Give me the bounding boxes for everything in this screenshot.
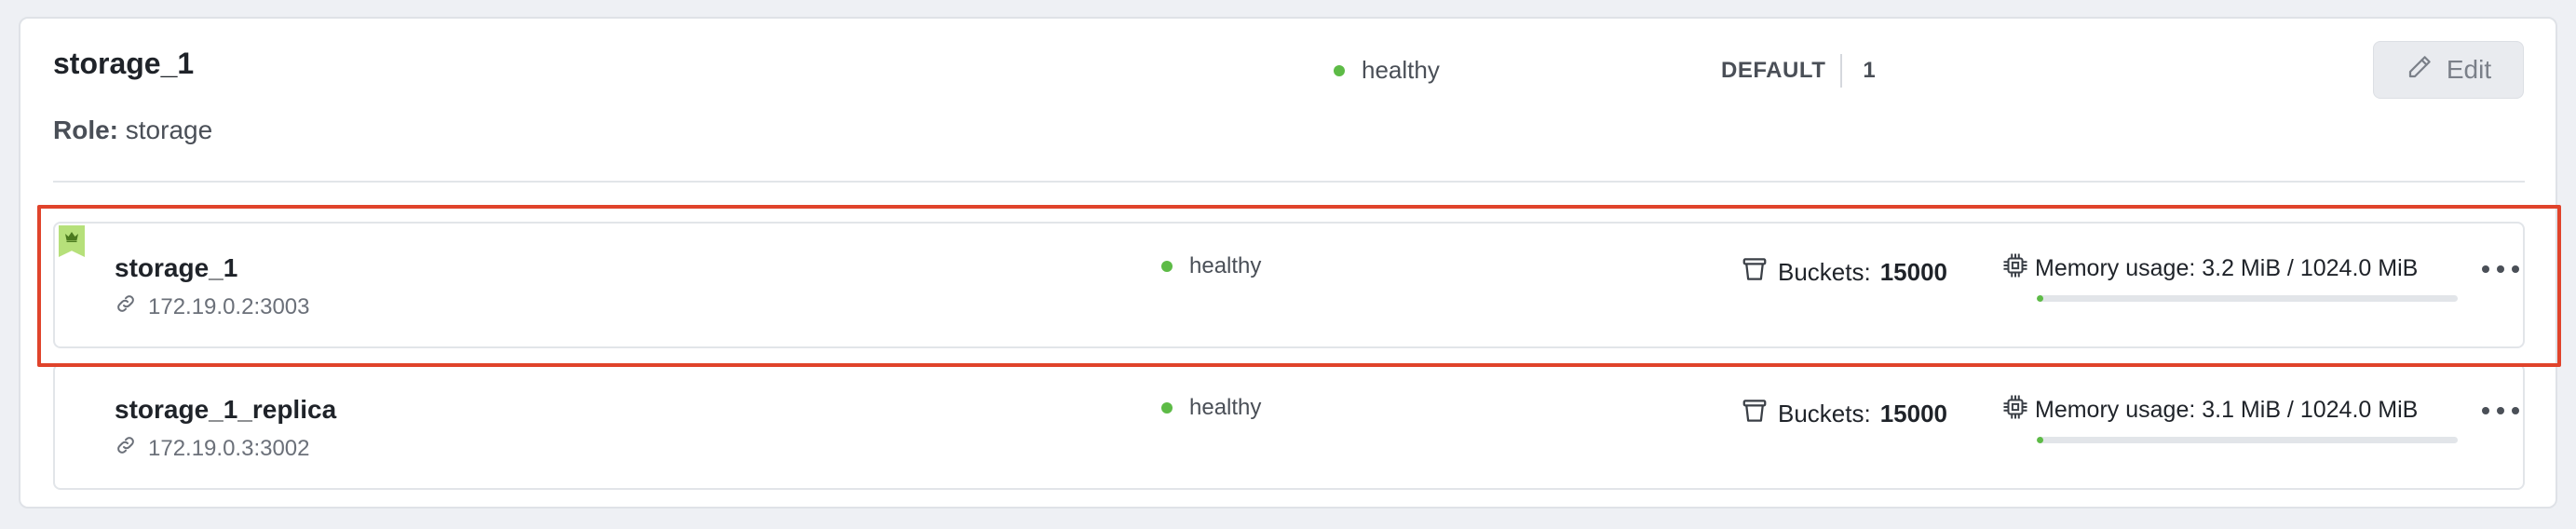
group-separator [1840, 54, 1843, 88]
status-dot [1161, 261, 1173, 272]
buckets-label: Buckets: [1778, 258, 1871, 286]
more-horizontal-icon[interactable] [2482, 397, 2519, 425]
buckets-label: Buckets: [1778, 400, 1871, 427]
replicaset-role: Role: storage [53, 115, 212, 145]
replicaset-card: storage_1 healthy DEFAULT 1 Edit Role: s… [19, 17, 2561, 509]
link-icon [115, 292, 137, 321]
instance-row[interactable]: storage_1 172.19.0.2:3003 healthy Bucket… [53, 222, 2525, 348]
memory-usage-text: Memory usage: 3.2 MiB / 1024.0 MiB [2035, 255, 2419, 281]
replicaset-status-text: healthy [1362, 56, 1440, 84]
memory-progress-fill [2037, 295, 2043, 302]
status-dot [1161, 402, 1173, 414]
instance-status: healthy [1161, 395, 1261, 421]
link-icon [115, 434, 137, 463]
buckets-value: 15000 [1879, 400, 1948, 427]
replicaset-group: DEFAULT 1 [1721, 54, 1876, 88]
vshard-group-label: DEFAULT [1721, 58, 1826, 83]
divider [53, 181, 2525, 183]
bucket-icon [1741, 255, 1769, 290]
replicaset-status: healthy [1334, 56, 1440, 85]
instance-name[interactable]: storage_1 [115, 253, 237, 283]
edit-button[interactable]: Edit [2373, 41, 2524, 99]
memory-progress-bar [2037, 295, 2458, 302]
edit-button-label: Edit [2446, 55, 2492, 84]
memory-progress-fill [2037, 437, 2043, 443]
chip-icon [2001, 251, 2029, 286]
instance-uri-text: 172.19.0.3:3002 [148, 435, 310, 461]
instance-row[interactable]: storage_1_replica 172.19.0.3:3002 health… [53, 363, 2525, 490]
instance-status: healthy [1161, 253, 1261, 279]
instance-uri: 172.19.0.2:3003 [115, 292, 310, 321]
buckets-info: Buckets: 15000 [1741, 255, 1947, 290]
role-value: storage [125, 115, 213, 144]
memory-usage: Memory usage: 3.1 MiB / 1024.0 MiB [2001, 393, 2486, 443]
instance-status-text: healthy [1189, 253, 1262, 278]
more-horizontal-icon[interactable] [2482, 255, 2519, 283]
crown-icon [59, 225, 85, 257]
status-dot [1334, 64, 1345, 76]
bucket-icon [1741, 397, 1769, 431]
buckets-info: Buckets: 15000 [1741, 397, 1947, 431]
role-label: Role: [53, 115, 118, 144]
replicaset-weight: 1 [1863, 58, 1876, 83]
instance-uri-text: 172.19.0.2:3003 [148, 293, 310, 319]
memory-usage-text: Memory usage: 3.1 MiB / 1024.0 MiB [2035, 397, 2419, 423]
replicaset-title: storage_1 [53, 47, 195, 80]
buckets-value: 15000 [1879, 258, 1948, 286]
pencil-icon [2406, 53, 2434, 88]
instance-status-text: healthy [1189, 395, 1262, 420]
instance-uri: 172.19.0.3:3002 [115, 434, 310, 463]
instance-name[interactable]: storage_1_replica [115, 395, 336, 425]
chip-icon [2001, 393, 2029, 427]
memory-usage: Memory usage: 3.2 MiB / 1024.0 MiB [2001, 251, 2486, 302]
memory-progress-bar [2037, 437, 2458, 443]
